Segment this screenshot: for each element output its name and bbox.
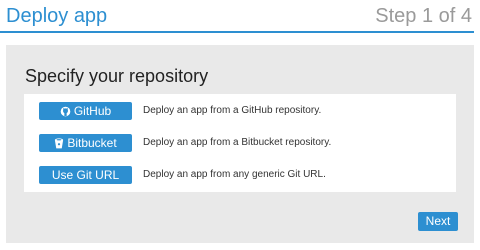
section-title: Specify your repository <box>25 66 209 86</box>
step-indicator: Step 1 of 4 <box>375 5 472 27</box>
option-row-git-url: Use Git URL Deploy an app from any gener… <box>39 166 449 184</box>
repository-options: GitHub Deploy an app from a GitHub repos… <box>24 94 456 192</box>
github-description: Deploy an app from a GitHub repository. <box>143 105 322 116</box>
git-url-button-label: Use Git URL <box>51 168 120 182</box>
wizard-header: Deploy app Step 1 of 4 <box>0 0 474 33</box>
option-row-github: GitHub Deploy an app from a GitHub repos… <box>39 102 449 120</box>
bitbucket-button[interactable]: Bitbucket <box>39 134 132 152</box>
github-button-label: GitHub <box>73 104 112 118</box>
bitbucket-button-label: Bitbucket <box>67 136 117 150</box>
bitbucket-description: Deploy an app from a Bitbucket repositor… <box>143 137 332 148</box>
deploy-app-wizard: Deploy app Step 1 of 4 Specify your repo… <box>0 0 480 250</box>
git-url-description: Deploy an app from any generic Git URL. <box>143 169 326 180</box>
bitbucket-icon <box>54 136 64 154</box>
repository-panel: Specify your repository GitHub Deploy an… <box>6 45 474 243</box>
git-url-button[interactable]: Use Git URL <box>39 166 132 184</box>
option-row-bitbucket: Bitbucket Deploy an app from a Bitbucket… <box>39 134 449 152</box>
github-button[interactable]: GitHub <box>39 102 132 120</box>
page-title: Deploy app <box>6 5 108 27</box>
github-icon <box>60 104 71 122</box>
next-button[interactable]: Next <box>418 212 458 231</box>
